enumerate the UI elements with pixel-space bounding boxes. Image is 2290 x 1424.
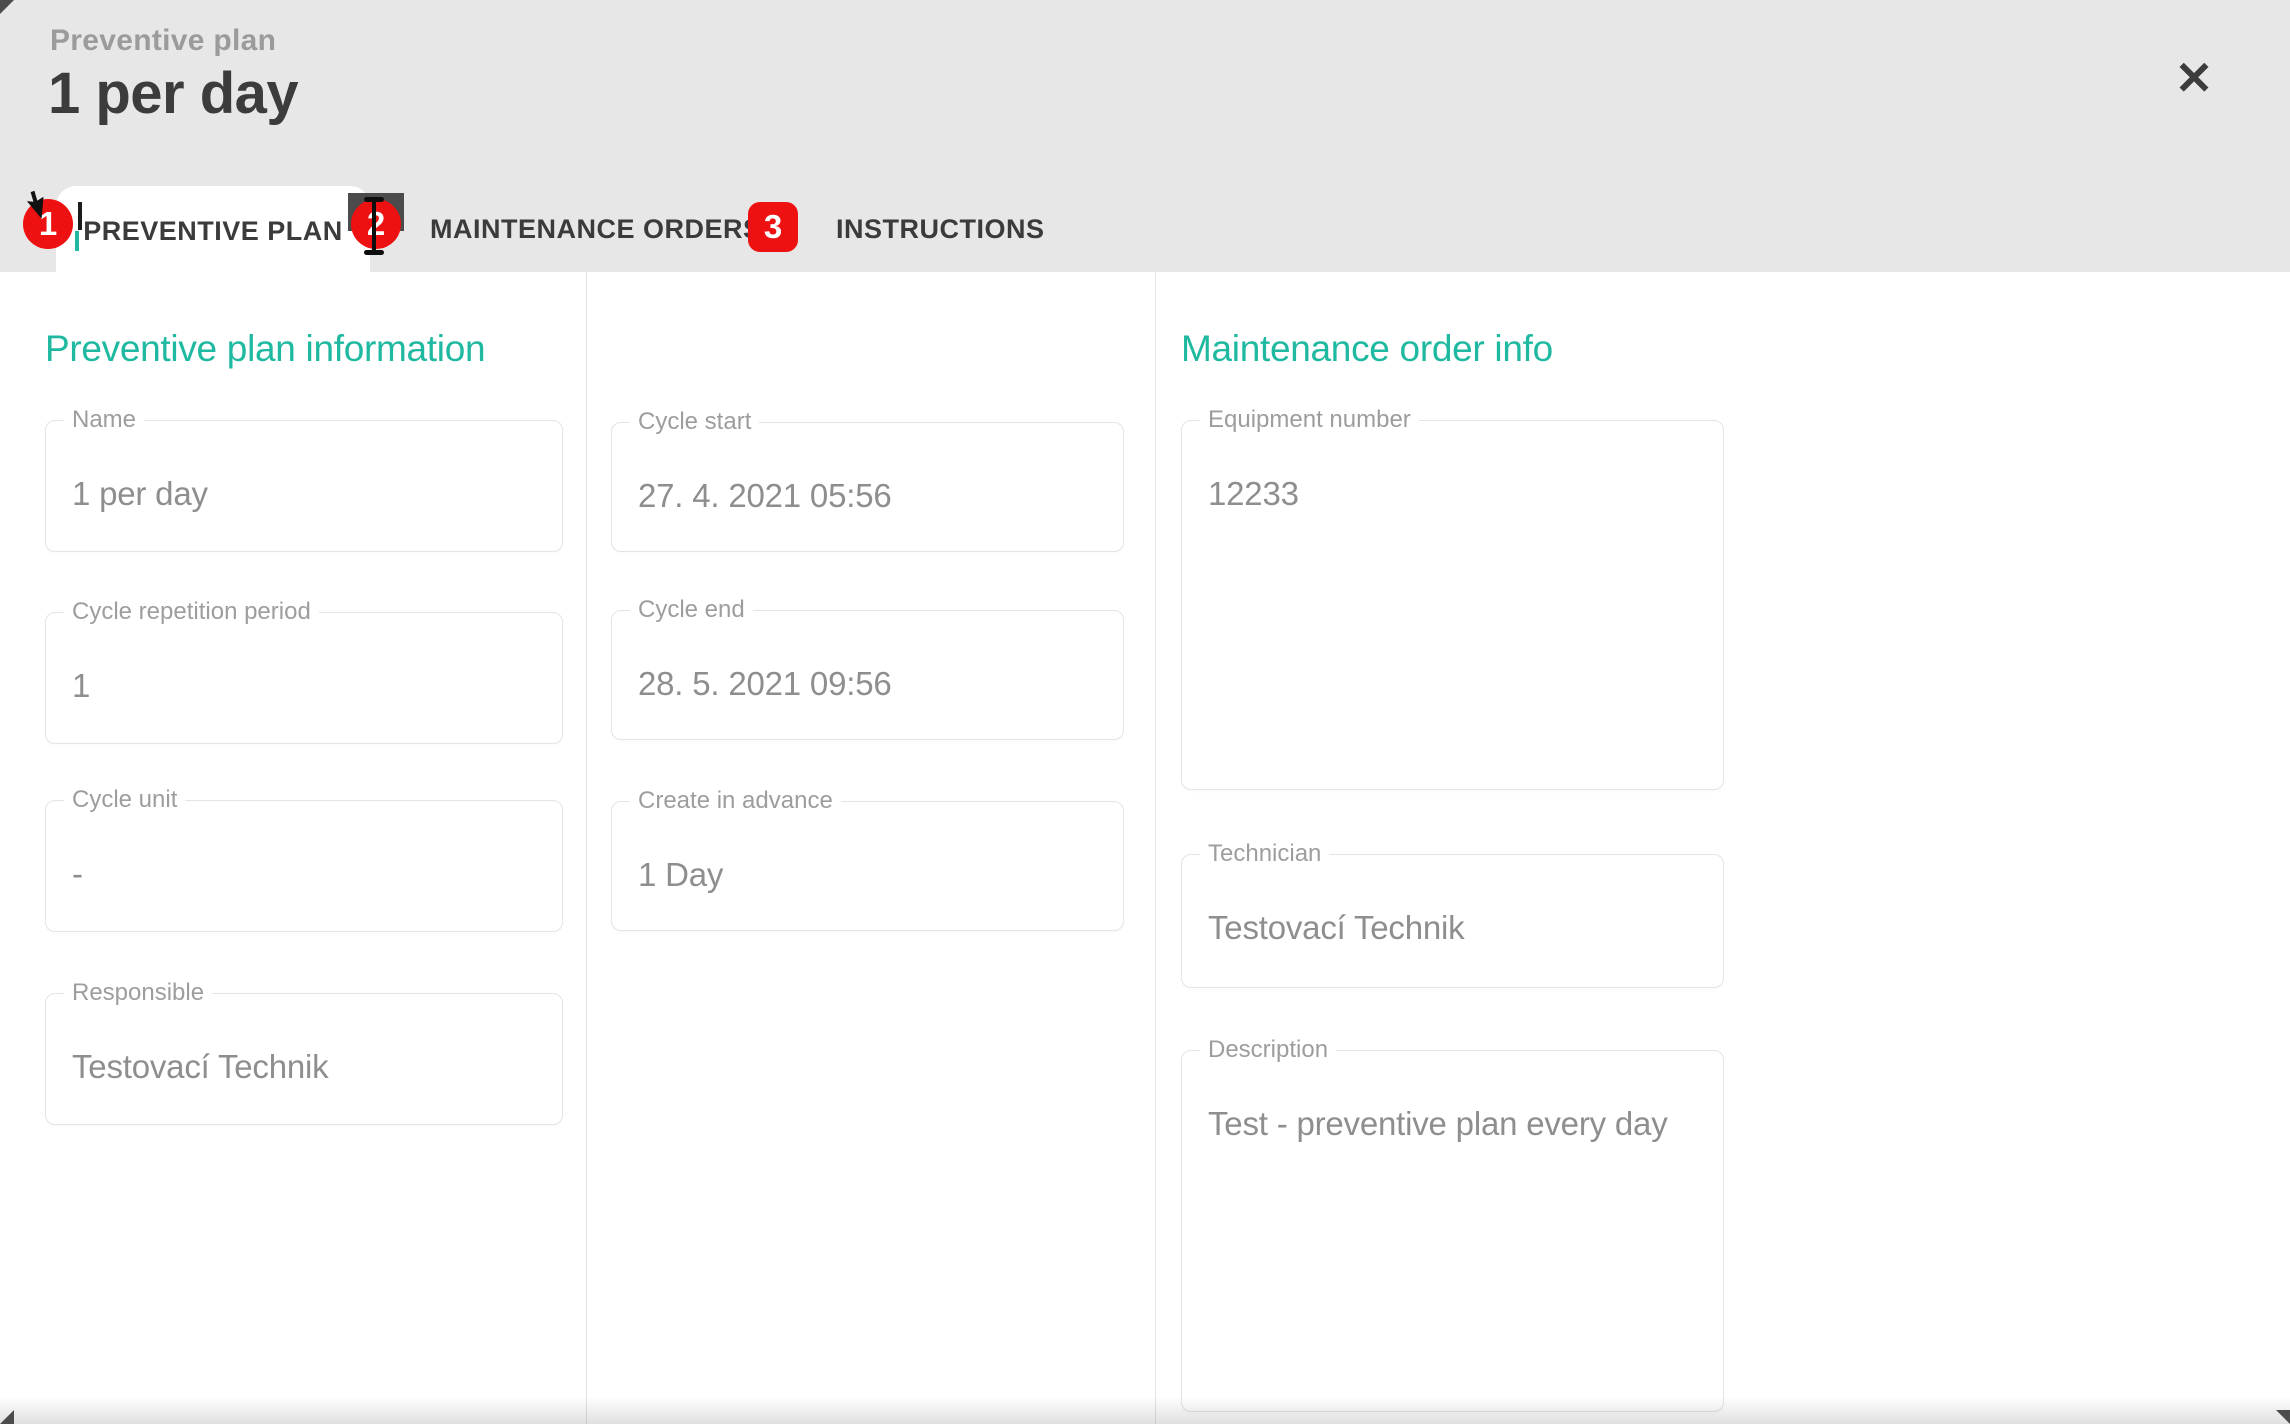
field-description-label: Description xyxy=(1200,1036,1336,1064)
field-responsible-label: Responsible xyxy=(64,979,212,1007)
field-create-in-advance[interactable]: Create in advance 1 Day xyxy=(611,801,1124,931)
plan-info-heading: Preventive plan information xyxy=(45,328,485,370)
field-responsible-value: Testovací Technik xyxy=(72,1048,328,1086)
field-name-label: Name xyxy=(64,406,144,434)
field-cycle-repetition-period-label: Cycle repetition period xyxy=(64,598,319,626)
corner-artifact xyxy=(0,1410,14,1424)
corner-artifact xyxy=(0,0,14,14)
tab-instructions-label: INSTRUCTIONS xyxy=(836,214,1045,245)
tab-maintenance-orders-label: MAINTENANCE ORDERS xyxy=(430,214,762,245)
close-icon[interactable]: ✕ xyxy=(2160,44,2228,112)
field-technician[interactable]: Technician Testovací Technik xyxy=(1181,854,1724,988)
field-cycle-repetition-period-value: 1 xyxy=(72,667,90,705)
field-cycle-unit-value: - xyxy=(72,855,83,893)
tab-preventive-plan-label: PREVENTIVE PLAN xyxy=(83,216,343,247)
field-name[interactable]: Name 1 per day xyxy=(45,420,563,552)
field-create-in-advance-value: 1 Day xyxy=(638,856,723,894)
field-cycle-unit[interactable]: Cycle unit - xyxy=(45,800,563,932)
field-equipment-number-label: Equipment number xyxy=(1200,406,1419,434)
field-cycle-unit-label: Cycle unit xyxy=(64,786,185,814)
field-equipment-number[interactable]: Equipment number 12233 xyxy=(1181,420,1724,790)
caret-accent-mark xyxy=(75,231,79,251)
order-info-heading: Maintenance order info xyxy=(1181,328,1553,370)
field-name-value: 1 per day xyxy=(72,475,208,513)
field-equipment-number-value: 12233 xyxy=(1208,475,1299,513)
field-create-in-advance-label: Create in advance xyxy=(630,787,841,815)
tab-maintenance-orders[interactable]: MAINTENANCE ORDERS xyxy=(430,186,762,272)
modal-title: 1 per day xyxy=(48,60,298,127)
field-description[interactable]: Description Test - preventive plan every… xyxy=(1181,1050,1724,1412)
field-cycle-start[interactable]: Cycle start 27. 4. 2021 05:56 xyxy=(611,422,1124,552)
field-technician-label: Technician xyxy=(1200,840,1329,868)
mouse-cursor-icon xyxy=(21,189,47,219)
field-cycle-end[interactable]: Cycle end 28. 5. 2021 09:56 xyxy=(611,610,1124,740)
text-caret xyxy=(78,202,82,230)
tab-instructions[interactable]: INSTRUCTIONS xyxy=(836,186,1045,272)
tab-preventive-plan[interactable]: PREVENTIVE PLAN xyxy=(56,186,370,276)
field-description-value: Test - preventive plan every day xyxy=(1208,1105,1668,1143)
field-cycle-repetition-period[interactable]: Cycle repetition period 1 xyxy=(45,612,563,744)
column-divider xyxy=(1155,272,1156,1424)
modal-subtitle: Preventive plan xyxy=(50,24,276,58)
column-divider xyxy=(586,272,587,1424)
field-cycle-start-label: Cycle start xyxy=(630,408,759,436)
field-cycle-end-label: Cycle end xyxy=(630,596,753,624)
field-cycle-start-value: 27. 4. 2021 05:56 xyxy=(638,477,892,515)
corner-artifact xyxy=(2276,1410,2290,1424)
field-responsible[interactable]: Responsible Testovací Technik xyxy=(45,993,563,1125)
field-cycle-end-value: 28. 5. 2021 09:56 xyxy=(638,665,892,703)
preventive-plan-modal: Preventive plan 1 per day ✕ PREVENTIVE P… xyxy=(0,0,2290,1424)
step-badge-3: 3 xyxy=(748,202,798,252)
text-cursor-icon xyxy=(362,197,386,255)
field-technician-value: Testovací Technik xyxy=(1208,909,1464,947)
